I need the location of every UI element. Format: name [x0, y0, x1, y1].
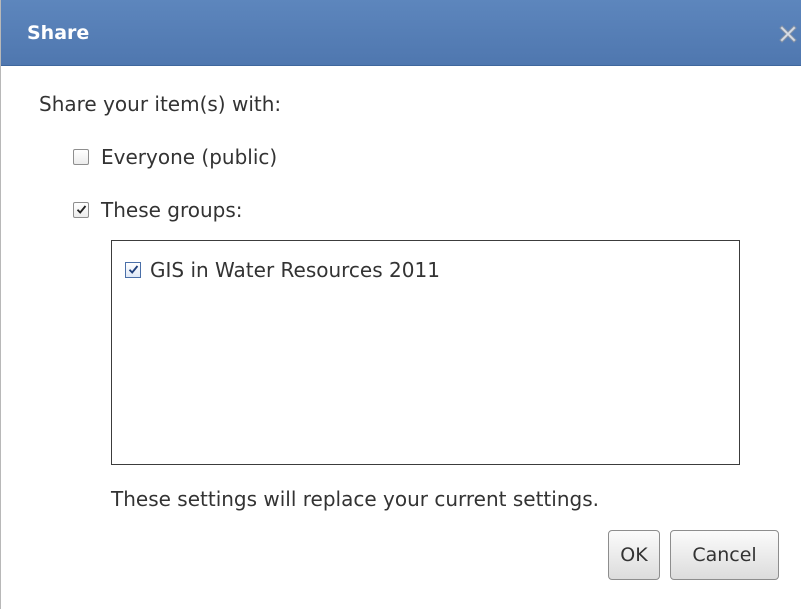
cancel-button[interactable]: Cancel — [670, 530, 779, 580]
settings-note: These settings will replace your current… — [111, 487, 599, 511]
group-item[interactable]: GIS in Water Resources 2011 — [125, 258, 440, 282]
dialog-titlebar: Share — [1, 0, 801, 66]
everyone-checkbox[interactable] — [73, 149, 89, 165]
close-icon[interactable] — [776, 22, 800, 46]
group-label: GIS in Water Resources 2011 — [150, 258, 440, 282]
groups-label: These groups: — [101, 198, 243, 222]
groups-checkbox[interactable] — [73, 202, 89, 218]
everyone-option[interactable]: Everyone (public) — [73, 145, 277, 169]
groups-option[interactable]: These groups: — [73, 198, 243, 222]
checkmark-icon — [128, 265, 139, 274]
groups-list: GIS in Water Resources 2011 — [111, 240, 740, 465]
group-checkbox[interactable] — [125, 262, 141, 278]
checkmark-icon — [76, 205, 87, 214]
share-prompt: Share your item(s) with: — [39, 92, 282, 116]
dialog-title: Share — [27, 22, 90, 44]
ok-button[interactable]: OK — [608, 530, 660, 580]
everyone-label: Everyone (public) — [101, 145, 278, 169]
share-dialog: Share Share your item(s) with: Everyone … — [0, 0, 801, 609]
